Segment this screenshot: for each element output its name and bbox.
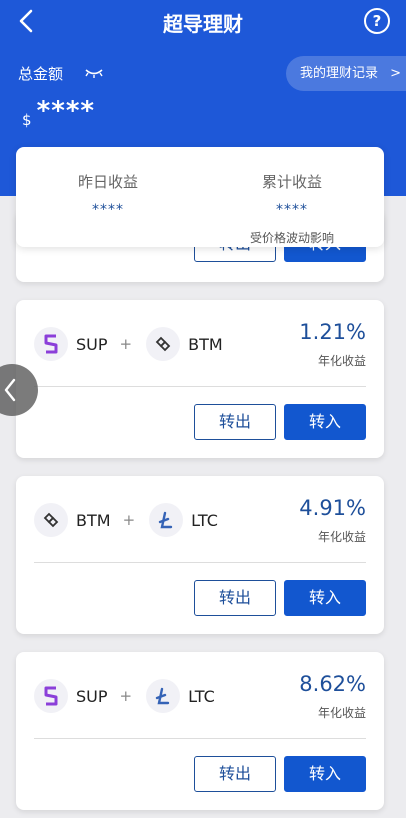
- yesterday-earnings-label: 昨日收益: [77, 173, 138, 191]
- product-card: SUP + LTC 8.62% 年化收益 转出 转入: [16, 652, 384, 810]
- my-records-button[interactable]: 我的理财记录 >: [286, 56, 406, 91]
- divider: [34, 386, 366, 387]
- coin-name: LTC: [188, 686, 215, 706]
- transfer-out-button[interactable]: 转出: [194, 756, 276, 792]
- transfer-out-button[interactable]: 转出: [194, 580, 276, 616]
- side-back-handle[interactable]: [0, 364, 38, 416]
- ltc-icon: [149, 503, 184, 537]
- btm-icon: [34, 503, 68, 537]
- coin-name: SUP: [76, 686, 108, 706]
- page-title: 超导理财: [163, 12, 243, 36]
- total-balance: $ ****: [22, 96, 95, 129]
- cumulative-earnings-value: ****: [276, 202, 308, 218]
- product-card: BTM + LTC 4.91% 年化收益 转出 转入: [16, 476, 384, 634]
- transfer-in-button[interactable]: 转入: [284, 580, 366, 616]
- annual-rate: 1.21%: [299, 320, 366, 344]
- btm-icon: [146, 327, 181, 361]
- coin-name: SUP: [76, 334, 108, 354]
- annual-rate: 4.91%: [299, 496, 366, 520]
- coin-name: BTM: [188, 334, 223, 354]
- help-icon[interactable]: ?: [364, 8, 390, 34]
- coin-pair: SUP + LTC: [34, 678, 215, 714]
- yesterday-earnings: 昨日收益 ****: [16, 171, 200, 218]
- total-amount-label: 总金额: [18, 65, 64, 83]
- my-records-label: 我的理财记录: [300, 66, 379, 81]
- balance-value: ****: [36, 96, 96, 126]
- chevron-left-icon: [4, 378, 16, 402]
- plus-sign: +: [122, 511, 136, 529]
- price-fluctuation-note: 受价格波动影响: [249, 231, 334, 245]
- coin-pair: SUP + BTM: [34, 326, 223, 362]
- earnings-summary-card: 昨日收益 **** 累计收益 **** 受价格波动影响: [16, 147, 384, 247]
- sup-icon: [34, 679, 68, 713]
- yesterday-earnings-value: ****: [92, 202, 124, 218]
- coin-pair: BTM + LTC: [34, 502, 218, 538]
- product-card: SUP + BTM 1.21% 年化收益 转出 转入: [16, 300, 384, 458]
- coin-name: BTM: [76, 510, 111, 530]
- divider: [34, 562, 366, 563]
- divider: [34, 738, 366, 739]
- cumulative-earnings-label: 累计收益: [261, 173, 322, 191]
- plus-sign: +: [119, 687, 133, 705]
- plus-sign: +: [119, 335, 133, 353]
- cumulative-earnings: 累计收益 ****: [200, 171, 384, 218]
- annual-rate-label: 年化收益: [317, 706, 366, 720]
- transfer-in-button[interactable]: 转入: [284, 756, 366, 792]
- transfer-in-button[interactable]: 转入: [284, 404, 366, 440]
- chevron-right-icon: >: [390, 66, 402, 81]
- annual-rate: 8.62%: [299, 672, 366, 696]
- annual-rate-label: 年化收益: [317, 354, 366, 368]
- currency-symbol: $: [22, 111, 32, 129]
- coin-name: LTC: [191, 510, 218, 530]
- annual-rate-label: 年化收益: [317, 530, 366, 544]
- transfer-out-button[interactable]: 转出: [194, 404, 276, 440]
- ltc-icon: [146, 679, 181, 713]
- eye-closed-icon[interactable]: [84, 67, 104, 79]
- sup-icon: [34, 327, 68, 361]
